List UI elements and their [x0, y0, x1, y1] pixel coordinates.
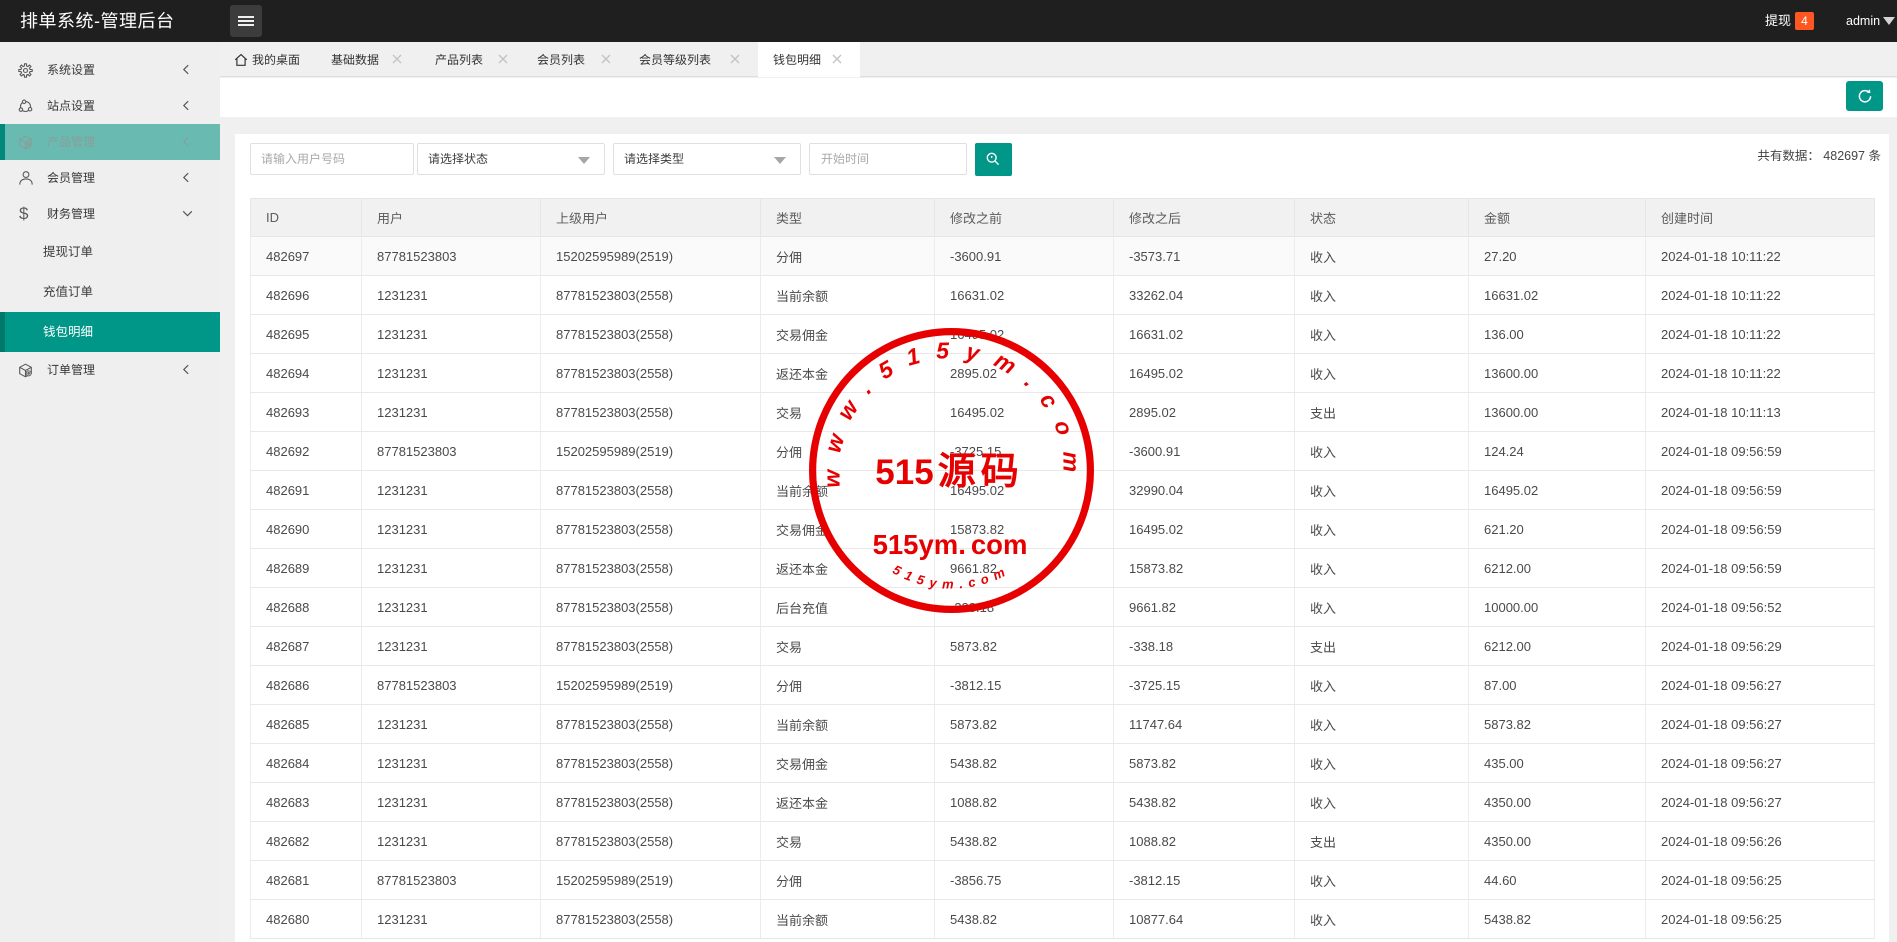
svg-text:515ym.com: 515ym.com — [873, 529, 1028, 560]
svg-text:515源码: 515源码 — [875, 451, 1023, 493]
svg-text:515ym.com: 515ym.com — [890, 562, 1012, 592]
